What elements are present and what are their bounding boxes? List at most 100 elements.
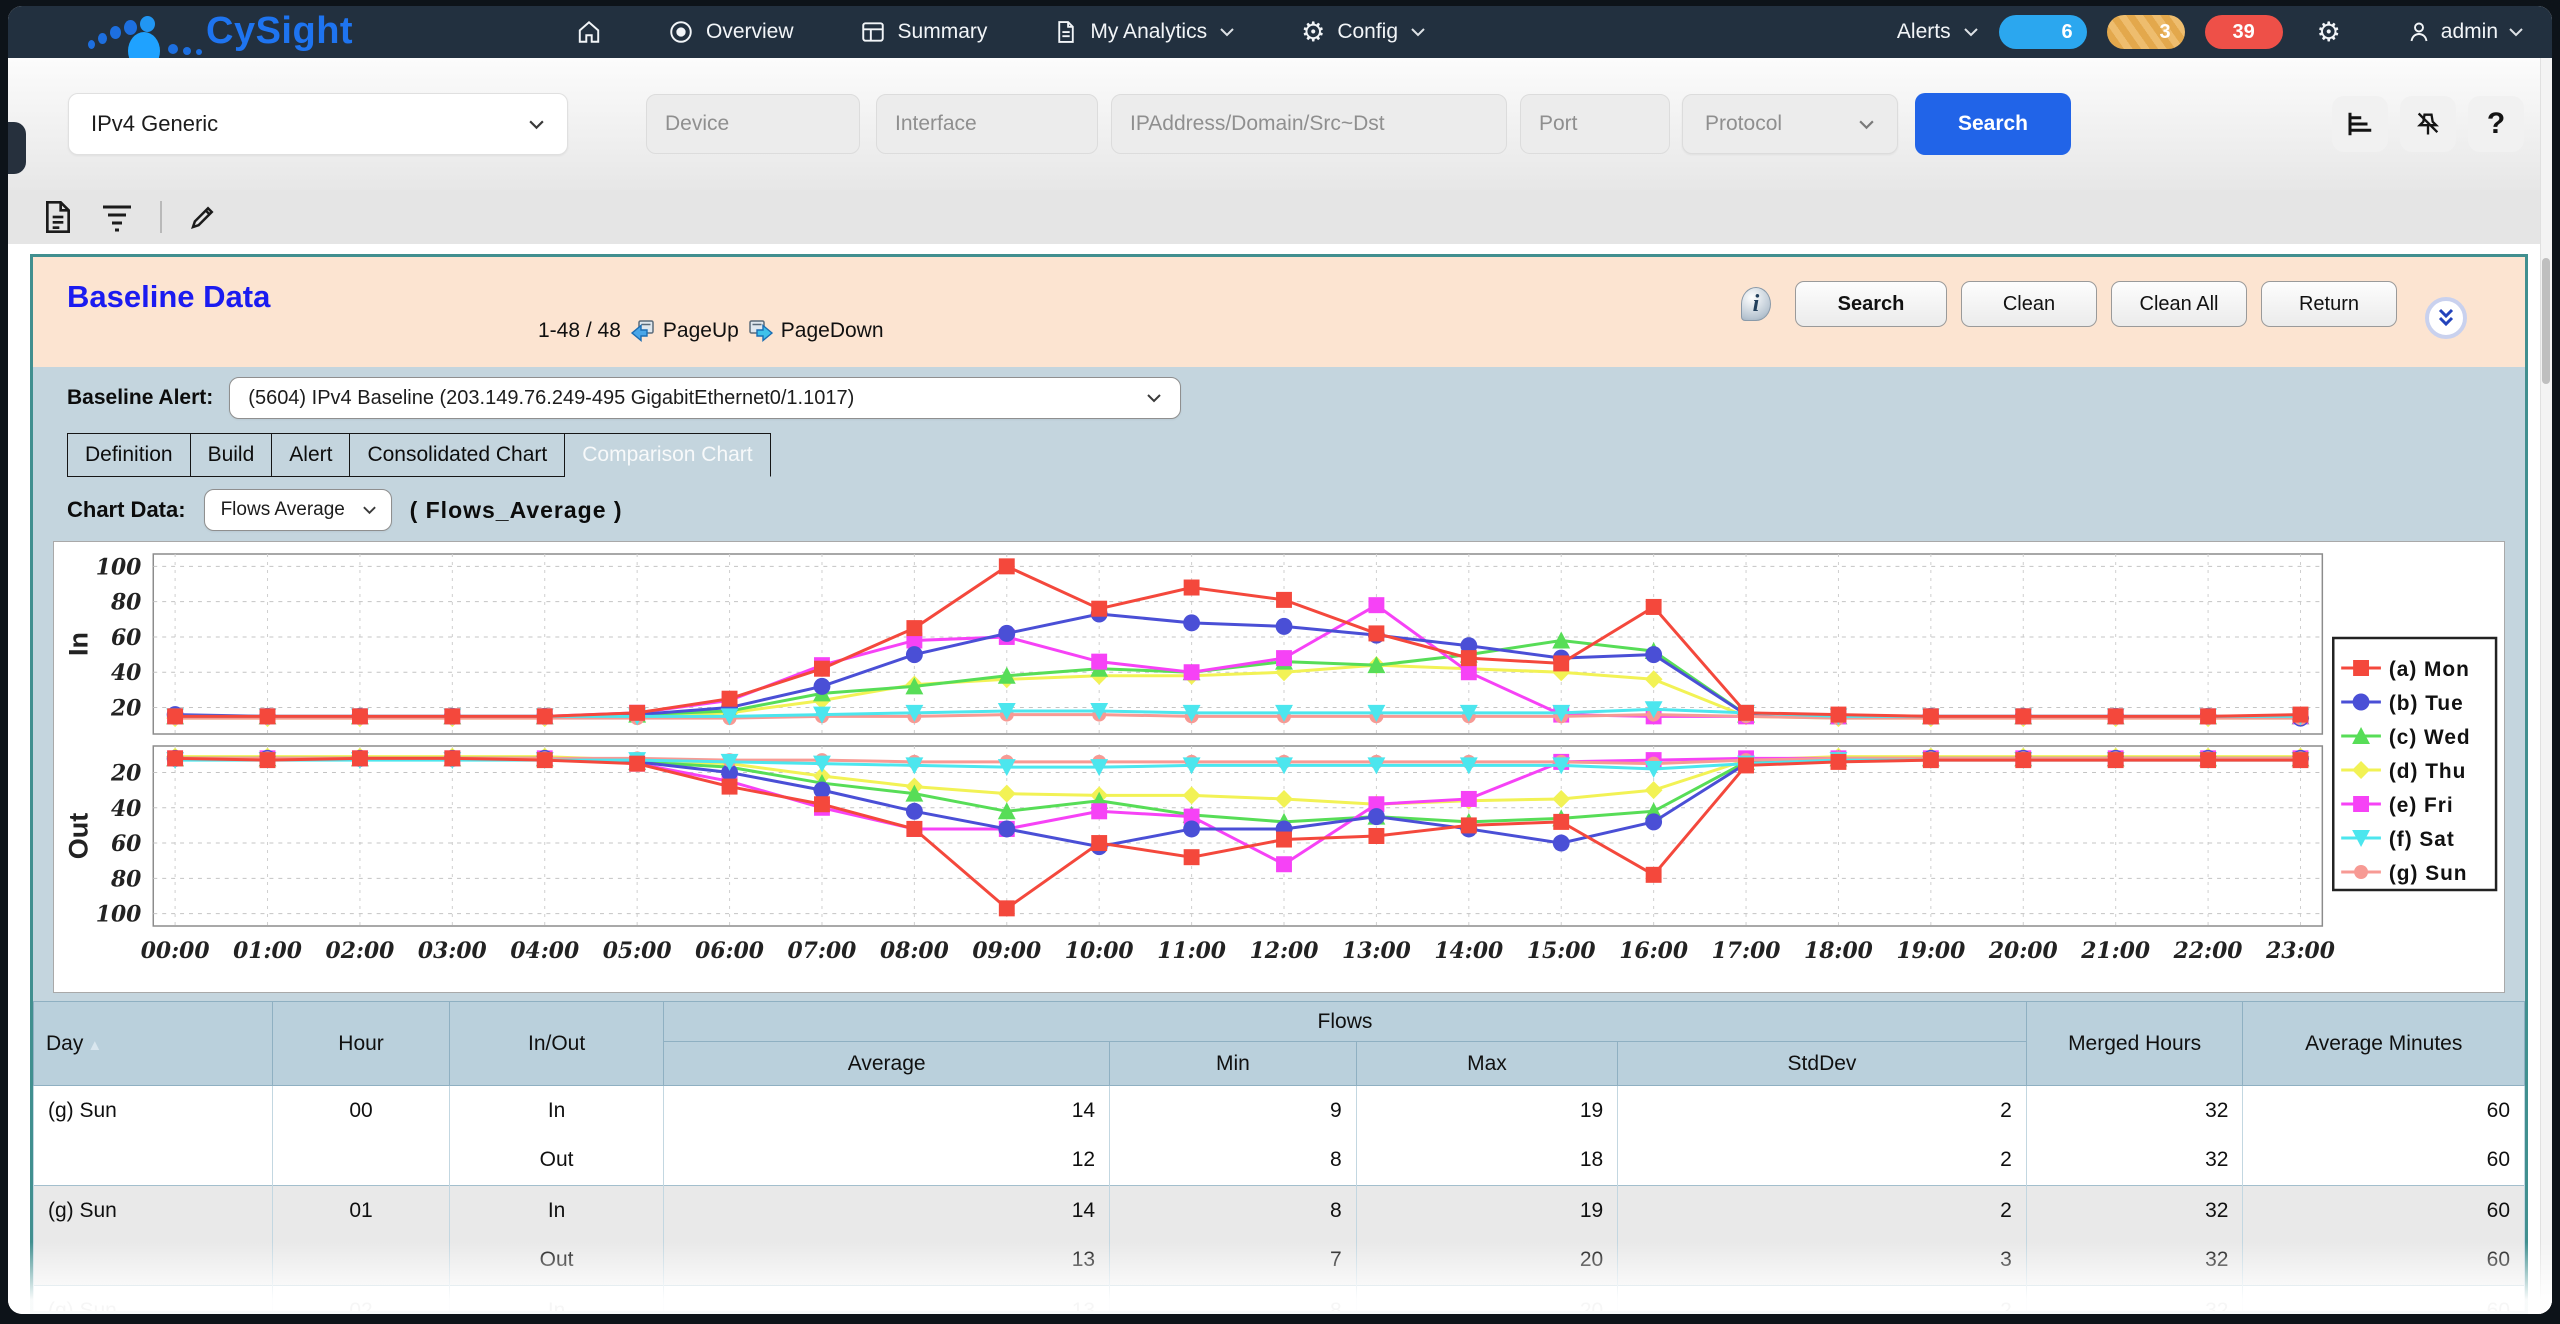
scrollbar-thumb[interactable]: [2542, 258, 2550, 384]
table-row[interactable]: (g) Sun02In1382023260: [34, 1286, 2525, 1312]
cell-day: (g) Sun: [34, 1186, 273, 1236]
nav-item-summary[interactable]: Summary: [860, 19, 988, 45]
report-type-select[interactable]: IPv4 Generic: [68, 93, 568, 155]
home-button[interactable]: [576, 19, 602, 45]
scrollbar[interactable]: [2540, 58, 2552, 1314]
tab-consolidated-chart[interactable]: Consolidated Chart: [349, 433, 565, 477]
tab-alert[interactable]: Alert: [271, 433, 350, 477]
report-chart-button[interactable]: [2332, 96, 2388, 152]
svg-text:06:00: 06:00: [695, 938, 764, 964]
port-input[interactable]: [1520, 94, 1670, 154]
return-button[interactable]: Return: [2261, 281, 2397, 327]
svg-text:20: 20: [110, 760, 141, 786]
svg-text:23:00: 23:00: [2265, 938, 2335, 964]
cell-average: 12: [664, 1136, 1110, 1186]
unpin-button[interactable]: [2400, 96, 2456, 152]
panel-search-button[interactable]: Search: [1795, 281, 1947, 327]
column-header-average-minutes[interactable]: Average Minutes: [2243, 1002, 2525, 1086]
chart-data-select[interactable]: Flows Average: [204, 489, 392, 531]
svg-text:02:00: 02:00: [326, 938, 395, 964]
baseline-table: Day▲ Hour In/Out Flows Merged Hours Aver…: [33, 1001, 2525, 1311]
alert-badge-info[interactable]: 6: [1999, 15, 2087, 49]
column-header-merged-hours[interactable]: Merged Hours: [2026, 1002, 2243, 1086]
cell-average-minutes: 60: [2243, 1186, 2525, 1236]
search-button[interactable]: Search: [1915, 93, 2071, 155]
cell-average-minutes: 60: [2243, 1236, 2525, 1286]
user-menu[interactable]: admin: [2407, 20, 2524, 44]
svg-text:80: 80: [110, 866, 141, 892]
report-template-button[interactable]: [42, 199, 74, 235]
column-header-stddev[interactable]: StdDev: [1618, 1042, 2027, 1086]
table-header: Day▲ Hour In/Out Flows Merged Hours Aver…: [34, 1002, 2525, 1086]
device-input[interactable]: [646, 94, 860, 154]
nav-label: My Analytics: [1090, 20, 1207, 44]
protocol-value: Protocol: [1705, 112, 1782, 136]
table-row[interactable]: Out1281823260: [34, 1136, 2525, 1186]
baseline-alert-select[interactable]: (5604) IPv4 Baseline (203.149.76.249-495…: [229, 377, 1181, 419]
column-header-flows[interactable]: Flows: [664, 1002, 2027, 1042]
info-icon[interactable]: i: [1741, 287, 1771, 321]
document-icon: [1053, 19, 1078, 45]
column-header-min[interactable]: Min: [1110, 1042, 1357, 1086]
svg-text:05:00: 05:00: [603, 938, 672, 964]
cell-in-out: Out: [449, 1136, 663, 1186]
cell-average: 14: [664, 1186, 1110, 1236]
chevron-down-icon: [528, 119, 545, 130]
panel-header: Baseline Data 1-48 / 48 PageUp PageDown …: [33, 257, 2525, 367]
nav-item-my-analytics[interactable]: My Analytics: [1053, 19, 1235, 45]
svg-text:04:00: 04:00: [510, 938, 579, 964]
nav-label: Config: [1337, 20, 1398, 44]
cell-stddev: 2: [1618, 1086, 2027, 1136]
chart-data-value: Flows Average: [221, 499, 345, 521]
nav-item-config[interactable]: ⚙ Config: [1301, 19, 1426, 46]
interface-input[interactable]: [876, 94, 1098, 154]
double-chevron-down-icon: [2435, 307, 2457, 329]
cell-day: [34, 1236, 273, 1286]
svg-text:15:00: 15:00: [1527, 938, 1596, 964]
column-header-average[interactable]: Average: [664, 1042, 1110, 1086]
table-row[interactable]: Out1372033260: [34, 1236, 2525, 1286]
chart-data-caption: ( Flows_Average ): [410, 497, 623, 524]
alerts-label: Alerts: [1897, 20, 1951, 44]
cell-max: 19: [1356, 1186, 1618, 1236]
column-header-max[interactable]: Max: [1356, 1042, 1618, 1086]
column-header-inout[interactable]: In/Out: [449, 1002, 663, 1086]
cysight-logo[interactable]: CySight: [36, 6, 476, 58]
help-button[interactable]: ?: [2468, 96, 2524, 152]
column-header-hour[interactable]: Hour: [273, 1002, 450, 1086]
clean-button[interactable]: Clean: [1961, 281, 2097, 327]
cell-merged-hours: 32: [2026, 1286, 2243, 1312]
sidebar-toggle-handle[interactable]: [8, 122, 26, 174]
clean-all-button[interactable]: Clean All: [2111, 281, 2247, 327]
filter-button[interactable]: [100, 202, 134, 232]
cell-stddev: 2: [1618, 1186, 2027, 1236]
alert-badge-critical[interactable]: 39: [2205, 15, 2283, 49]
tab-definition[interactable]: Definition: [67, 433, 191, 477]
alerts-menu[interactable]: Alerts: [1897, 20, 1979, 44]
page-down-button[interactable]: PageDown: [748, 319, 884, 343]
svg-text:In: In: [64, 632, 94, 656]
nav-right: Alerts 6 3 39 ⚙ admin: [1897, 15, 2524, 49]
cell-average: 14: [664, 1086, 1110, 1136]
cell-day: (g) Sun: [34, 1286, 273, 1312]
table-row[interactable]: (g) Sun00In1491923260: [34, 1086, 2525, 1136]
cell-merged-hours: 32: [2026, 1086, 2243, 1136]
page-up-button[interactable]: PageUp: [630, 319, 739, 343]
column-header-day[interactable]: Day▲: [34, 1002, 273, 1086]
settings-gear-icon[interactable]: ⚙: [2317, 19, 2341, 46]
ip-address-input[interactable]: [1111, 94, 1507, 154]
svg-text:(e) Fri: (e) Fri: [2389, 794, 2454, 817]
sort-ascending-icon: ▲: [87, 1037, 102, 1054]
tab-build[interactable]: Build: [190, 433, 273, 477]
edit-button[interactable]: [188, 202, 218, 232]
logo-dot: [88, 40, 95, 49]
table-row[interactable]: (g) Sun01In1481923260: [34, 1186, 2525, 1236]
alert-badge-warning[interactable]: 3: [2107, 15, 2185, 49]
collapse-panel-button[interactable]: [2425, 297, 2467, 339]
nav-item-overview[interactable]: Overview: [668, 19, 794, 45]
logo-text: CySight: [206, 10, 353, 53]
svg-text:21:00: 21:00: [2080, 938, 2150, 964]
svg-text:20: 20: [110, 695, 141, 721]
tab-comparison-chart[interactable]: Comparison Chart: [564, 433, 770, 477]
protocol-select[interactable]: Protocol: [1682, 94, 1898, 154]
